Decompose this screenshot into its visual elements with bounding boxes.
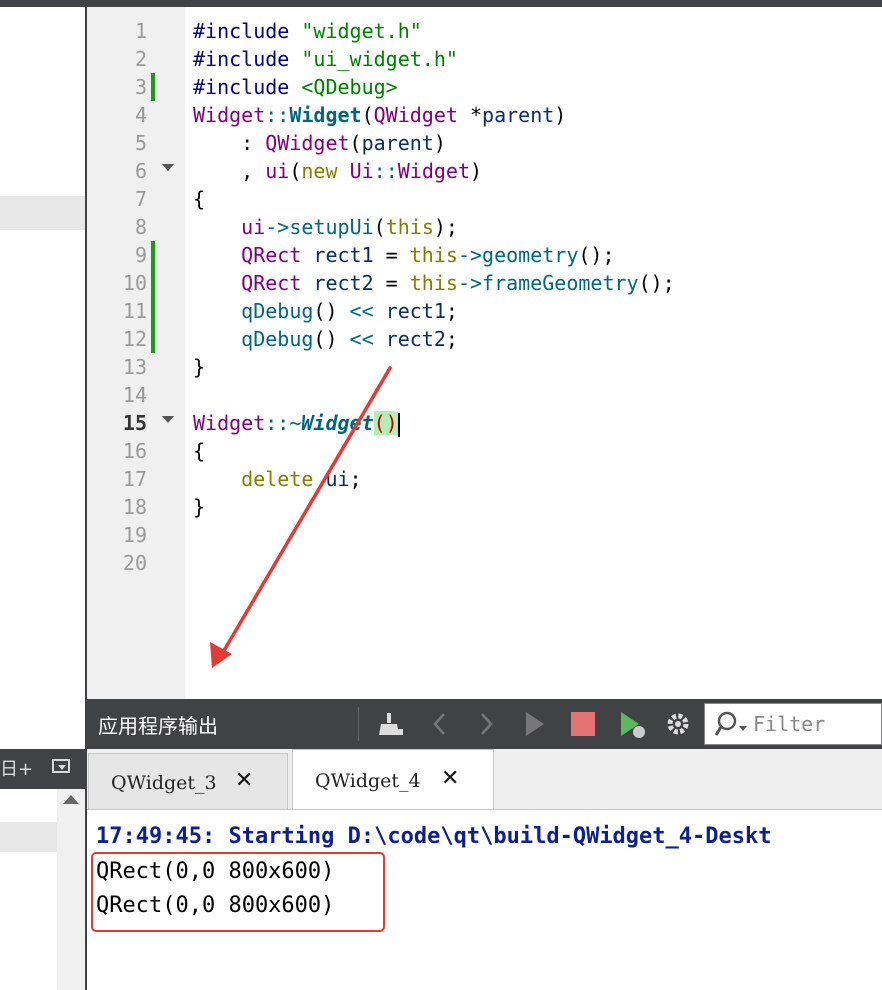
output-toolbar: 应用程序输出 [87,699,882,749]
line-number: 4 [134,103,147,127]
line-number: 20 [122,551,147,575]
line-number: 14 [122,383,147,407]
prev-icon[interactable] [425,709,455,739]
project-tree-panel[interactable] [0,7,85,699]
stop-icon[interactable] [568,709,598,739]
code-line-16: { [193,439,206,463]
code-editor[interactable]: 1 2 3 4 5 6 7 8 9 10 11 12 13 14 15 16 17 18 19 20 #include… [87,7,882,699]
output-panel-title: 应用程序输出 [98,714,218,738]
line-number: 15 [122,411,147,435]
change-marker-lines-9-12 [151,241,155,353]
filter-box[interactable] [704,703,882,745]
filter-input[interactable] [753,710,878,738]
line-number: 5 [134,131,147,155]
output-tab-bar: QWidget_3 ✕ QWidget_4 ✕ [87,749,882,810]
code-line-9: QRect rect1 = this->geometry(); [241,243,615,267]
run-icon[interactable] [519,709,549,739]
toolbar-separator [358,707,359,741]
line-number: 7 [134,187,147,211]
fold-toggle-icon[interactable] [162,164,174,171]
line-number: 12 [122,327,147,351]
clean-icon[interactable] [375,709,405,739]
matched-parens: () [373,411,398,435]
change-marker-line-3 [151,73,155,101]
code-line-17: delete ui; [241,467,362,491]
close-icon[interactable]: ✕ [235,768,253,793]
left-bottom-panel: 日+ [0,699,85,990]
annotation-highlight-box [91,852,385,932]
line-number: 18 [122,495,147,519]
collapse-icon[interactable] [52,759,70,773]
code-line-6: , ui(new Ui::Widget) [193,159,483,183]
debug-run-icon[interactable] [617,709,647,739]
gear-icon[interactable] [663,709,693,739]
line-number: 11 [122,299,147,323]
left-bottom-toolbar: 日+ [0,749,85,789]
fold-toggle-icon[interactable] [162,416,174,423]
tab-label: QWidget_4 [315,770,421,792]
line-number: 6 [134,159,147,183]
code-line-2: #include "ui_widget.h" [193,47,458,71]
code-line-15: Widget::~Widget() [193,411,400,437]
vertical-scrollbar[interactable] [57,789,85,990]
code-line-3: #include <QDebug> [193,75,398,99]
line-number: 2 [134,47,147,71]
line-number: 17 [122,467,147,491]
code-line-18: } [193,495,206,519]
scroll-up-icon[interactable] [63,795,79,804]
code-line-5: : QWidget(parent) [193,131,446,155]
line-number: 16 [122,439,147,463]
code-line-12: qDebug() << rect2; [241,327,458,351]
code-line-11: qDebug() << rect1; [241,299,458,323]
split-icon[interactable]: 日+ [0,755,33,781]
tab-label: QWidget_3 [111,772,217,794]
code-line-13: } [193,355,206,379]
application-output[interactable]: 17:49:45: Starting D:\code\qt\build-QWid… [87,810,882,990]
search-icon [714,710,749,742]
line-number: 9 [134,243,147,267]
line-number: 13 [122,355,147,379]
line-number: 8 [134,215,147,239]
code-line-8: ui->setupUi(this); [241,215,458,239]
tab-qwidget-4[interactable]: QWidget_4 ✕ [292,749,494,809]
code-line-10: QRect rect2 = this->frameGeometry(); [241,271,675,295]
line-number: 10 [122,271,147,295]
next-icon[interactable] [471,709,501,739]
code-line-7: { [193,187,206,211]
line-number: 1 [134,19,147,43]
close-icon[interactable]: ✕ [441,766,459,791]
project-tree-selected-row[interactable] [0,196,85,230]
code-line-4: Widget::Widget(QWidget *parent) [193,103,567,127]
tab-qwidget-3[interactable]: QWidget_3 ✕ [88,753,288,809]
output-line-start: 17:49:45: Starting D:\code\qt\build-QWid… [96,824,772,849]
line-number: 3 [134,75,147,99]
code-line-1: #include "widget.h" [193,19,422,43]
line-number: 19 [122,523,147,547]
window-top-bar [0,0,882,7]
text-cursor [397,412,400,437]
list-item[interactable] [0,822,57,852]
